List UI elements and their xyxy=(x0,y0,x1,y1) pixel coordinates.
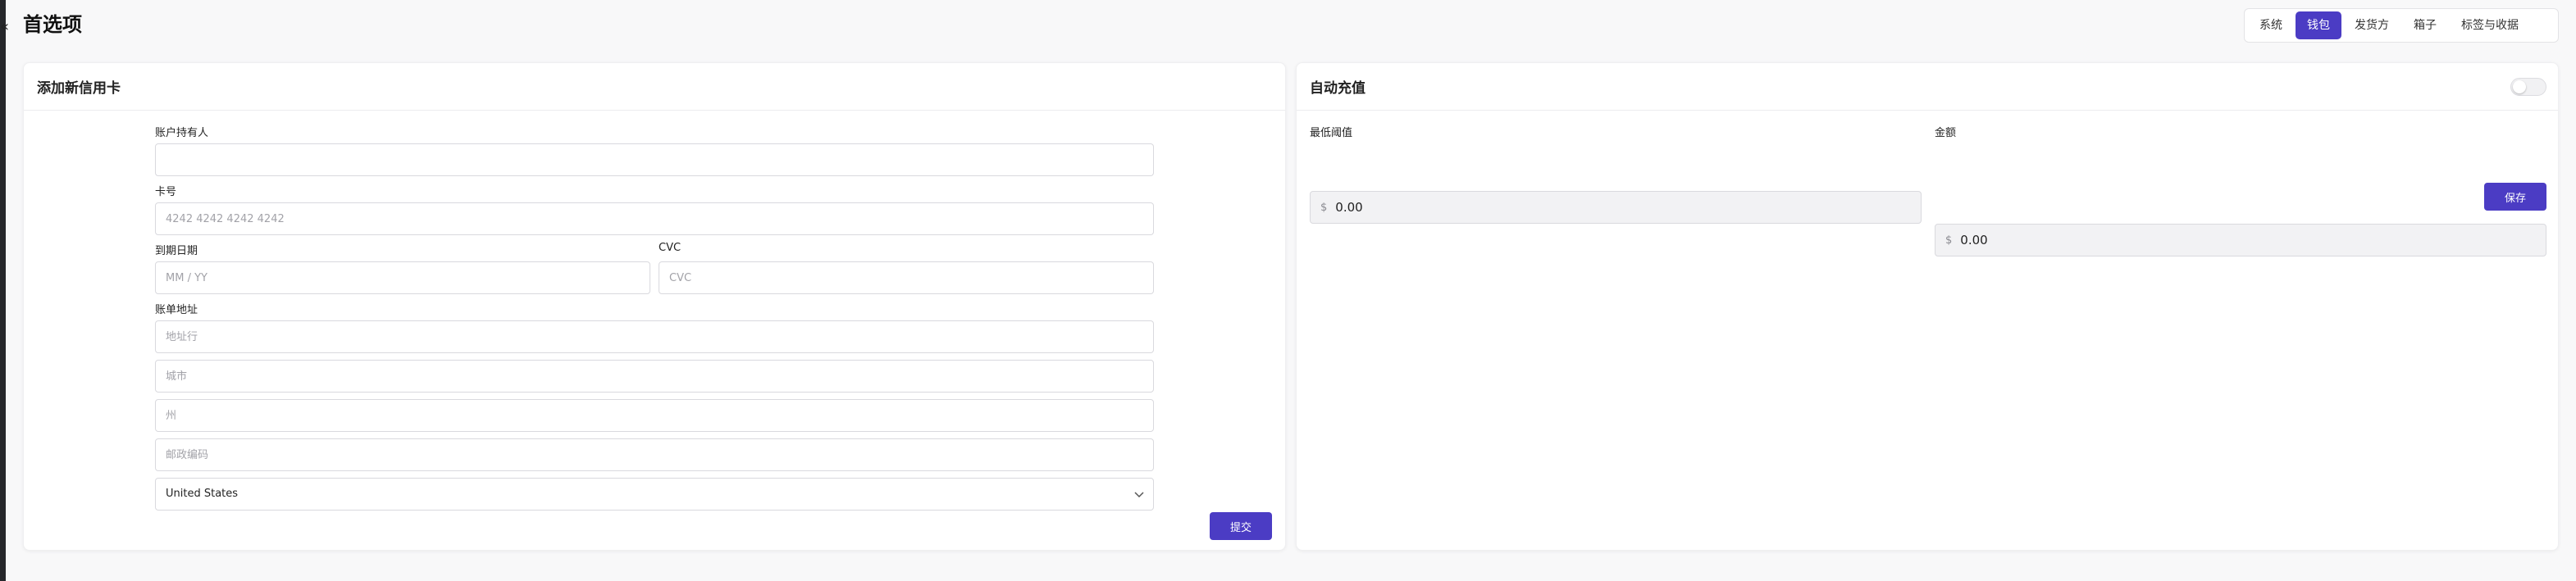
cvc-label: CVC xyxy=(659,242,682,254)
auto-recharge-panel: 自动充值 最低阈值 $ 金额 $ 保存 xyxy=(1296,62,2559,551)
city-input[interactable] xyxy=(155,360,1154,393)
country-select[interactable]: United States xyxy=(155,478,1154,511)
tab-boxes[interactable]: 箱子 xyxy=(2402,11,2448,39)
credit-card-form: 账户持有人 卡号 到期日期 CVC 账单地址 United States xyxy=(155,63,1154,511)
amount-label: 金额 xyxy=(1935,127,1957,139)
tab-shipper[interactable]: 发货方 xyxy=(2343,11,2400,39)
address-line-input[interactable] xyxy=(155,320,1154,353)
amount-input[interactable] xyxy=(1960,233,2536,247)
preferences-tabbar: 系统 钱包 发货方 箱子 标签与收据 xyxy=(2244,8,2559,43)
left-rail xyxy=(0,0,6,581)
expiry-input[interactable] xyxy=(155,261,650,294)
threshold-input[interactable] xyxy=(1335,200,1911,215)
threshold-label: 最低阈值 xyxy=(1310,127,1353,139)
tab-system[interactable]: 系统 xyxy=(2248,11,2294,39)
amount-currency: $ xyxy=(1945,234,1953,247)
card-number-input[interactable] xyxy=(155,202,1154,235)
toggle-knob xyxy=(2513,79,2526,93)
billing-address-label: 账单地址 xyxy=(155,304,198,316)
auto-recharge-header: 自动充值 xyxy=(1297,63,2558,111)
amount-field: $ xyxy=(1935,224,2546,256)
submit-button[interactable]: 提交 xyxy=(1210,512,1272,540)
expiry-label: 到期日期 xyxy=(155,245,198,257)
cardholder-input[interactable] xyxy=(155,143,1154,176)
add-credit-card-title: 添加新信用卡 xyxy=(37,80,121,97)
threshold-field: $ xyxy=(1310,191,1922,224)
state-input[interactable] xyxy=(155,399,1154,432)
page-title: 首选项 xyxy=(23,13,82,36)
auto-recharge-toggle[interactable] xyxy=(2510,77,2546,96)
tab-labels-receipts[interactable]: 标签与收据 xyxy=(2450,11,2530,39)
collapse-sidebar-icon[interactable]: « xyxy=(0,18,11,36)
threshold-currency: $ xyxy=(1320,201,1328,214)
save-button[interactable]: 保存 xyxy=(2484,183,2546,211)
cardholder-label: 账户持有人 xyxy=(155,127,209,139)
card-number-label: 卡号 xyxy=(155,186,177,198)
tab-wallet[interactable]: 钱包 xyxy=(2296,11,2341,39)
zip-code-input[interactable] xyxy=(155,438,1154,471)
auto-recharge-title: 自动充值 xyxy=(1310,80,1366,97)
cvc-input[interactable] xyxy=(659,261,1154,294)
add-credit-card-panel: 添加新信用卡 账户持有人 卡号 到期日期 CVC 账单地址 United Sta… xyxy=(23,62,1286,551)
country-select-wrapper: United States xyxy=(155,478,1154,511)
